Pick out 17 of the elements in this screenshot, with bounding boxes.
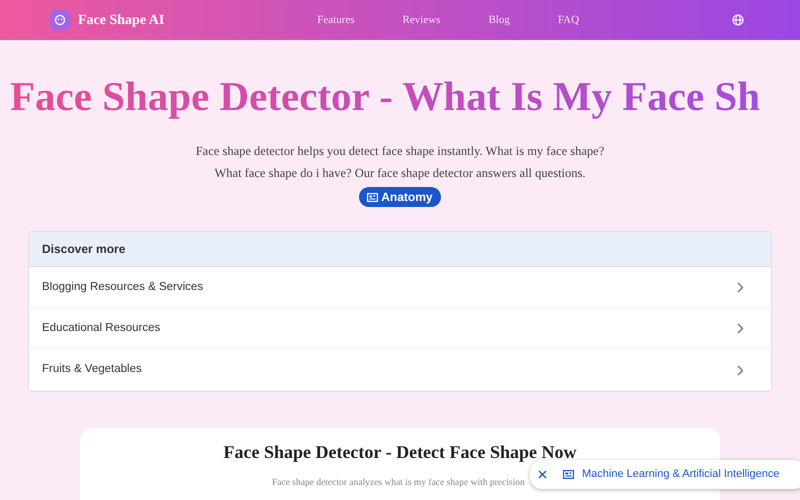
section-title: Face Shape Detector - Detect Face Shape Now: [223, 442, 577, 462]
chevron-right-icon: [737, 323, 744, 334]
section-subtitle: Face shape detector analyzes what is my face shape with precision: [272, 476, 525, 490]
section-header: Discover more: [29, 232, 771, 267]
nav-link[interactable]: FAQ: [558, 12, 580, 28]
nav-link[interactable]: Blog: [488, 12, 510, 28]
nav-link[interactable]: Reviews: [402, 12, 440, 28]
globe-icon[interactable]: [732, 14, 744, 26]
hero-text: Face shape detector helps you detect face shape instantly. What is my face shape?: [194, 143, 606, 160]
hero-text: What face shape do i have? Our face shape detector answers all questions.: [213, 165, 587, 182]
card-icon: [367, 193, 378, 202]
topic-chip[interactable]: Anatomy: [359, 186, 441, 207]
brand-link[interactable]: Face Shape AI: [78, 10, 164, 30]
chevron-right-icon: [737, 282, 744, 294]
card-icon: [563, 470, 574, 479]
chevron-right-icon: [737, 364, 744, 376]
smiley-logo-icon: [50, 10, 70, 30]
